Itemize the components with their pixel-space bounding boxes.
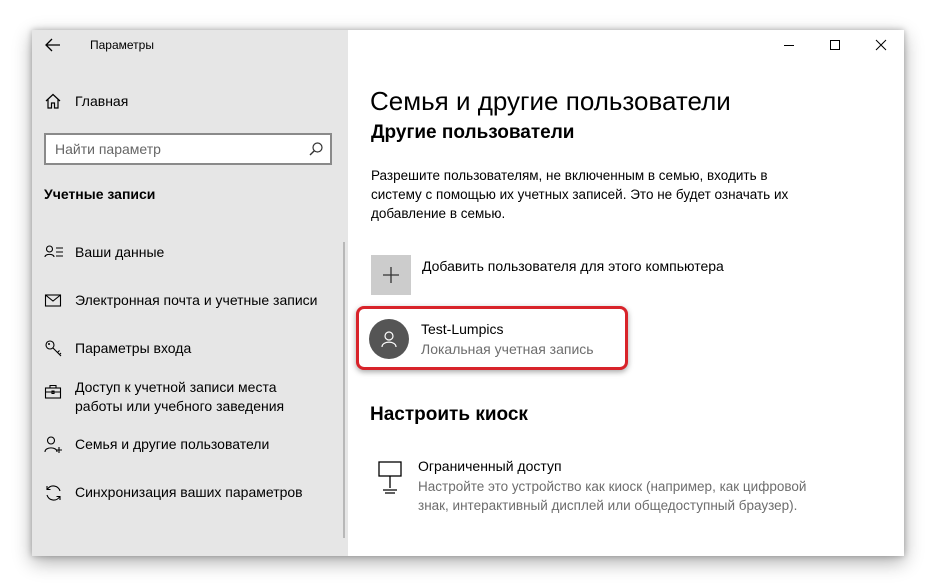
- kiosk-icon: [378, 461, 402, 494]
- add-user-button[interactable]: Добавить пользователя для этого компьюте…: [371, 255, 724, 295]
- sidebar-item-label: Электронная почта и учетные записи: [75, 292, 318, 308]
- sidebar-item-label: Семья и другие пользователи: [75, 436, 270, 452]
- sidebar-scrollbar[interactable]: [343, 242, 345, 538]
- settings-window: Параметры Главная Учетные записи Ваши да…: [32, 30, 904, 556]
- sidebar: Параметры Главная Учетные записи Ваши да…: [32, 30, 348, 556]
- sidebar-item-sync[interactable]: Синхронизация ваших параметров: [44, 483, 340, 503]
- titlebar-left: Параметры: [32, 30, 348, 60]
- user-icon: [381, 331, 397, 348]
- key-icon: [45, 340, 62, 357]
- add-user-tile[interactable]: [371, 255, 411, 295]
- person-plus-icon: [44, 436, 62, 453]
- person-card-icon: [44, 245, 63, 258]
- back-button[interactable]: [42, 35, 64, 55]
- assigned-access-link[interactable]: Ограниченный доступ: [418, 458, 562, 474]
- add-user-label: Добавить пользователя для этого компьюте…: [422, 258, 724, 274]
- user-name: Test-Lumpics: [421, 321, 504, 337]
- sidebar-item-label: Параметры входа: [75, 340, 192, 356]
- mail-icon: [44, 294, 62, 307]
- user-account-card[interactable]: Test-Lumpics Локальная учетная запись: [356, 306, 628, 370]
- maximize-button[interactable]: [812, 32, 858, 58]
- sidebar-item-home[interactable]: Главная: [44, 90, 334, 112]
- minimize-button[interactable]: [766, 32, 812, 58]
- other-users-heading: Другие пользователи: [371, 122, 575, 143]
- sidebar-item-sign-in[interactable]: Параметры входа: [44, 339, 340, 359]
- minimize-icon: [784, 45, 794, 46]
- user-account-type: Локальная учетная запись: [421, 341, 594, 357]
- search-box[interactable]: [44, 133, 332, 165]
- back-arrow-icon: [45, 38, 60, 52]
- avatar: [369, 319, 409, 359]
- home-icon: [45, 93, 61, 109]
- sidebar-section-title: Учетные записи: [44, 186, 156, 202]
- sidebar-item-work-access[interactable]: Доступ к учетной записи места работы или…: [44, 378, 340, 416]
- content-pane: Семья и другие пользователи Другие польз…: [348, 30, 904, 556]
- page-title: Семья и другие пользователи: [370, 86, 731, 116]
- plus-icon: [383, 267, 399, 283]
- search-input[interactable]: [55, 141, 285, 157]
- sidebar-item-family[interactable]: Семья и другие пользователи: [44, 435, 340, 455]
- search-icon[interactable]: [308, 141, 324, 157]
- sidebar-item-email[interactable]: Электронная почта и учетные записи: [44, 291, 340, 311]
- sync-icon: [46, 485, 61, 501]
- maximize-icon: [830, 40, 840, 50]
- sidebar-item-label: Главная: [75, 93, 129, 109]
- close-icon: [875, 39, 887, 51]
- close-button[interactable]: [858, 32, 904, 58]
- sidebar-item-label: Доступ к учетной записи места работы или…: [75, 379, 285, 414]
- briefcase-icon: [44, 384, 62, 399]
- sidebar-item-label: Синхронизация ваших параметров: [75, 484, 303, 500]
- kiosk-heading: Настроить киоск: [370, 404, 528, 425]
- app-title: Параметры: [90, 38, 154, 52]
- sidebar-item-label: Ваши данные: [75, 244, 165, 260]
- sidebar-item-your-info[interactable]: Ваши данные: [44, 243, 340, 263]
- other-users-description: Разрешите пользователям, не включенным в…: [371, 168, 789, 221]
- kiosk-description: Настройте это устройство как киоск (напр…: [418, 479, 807, 513]
